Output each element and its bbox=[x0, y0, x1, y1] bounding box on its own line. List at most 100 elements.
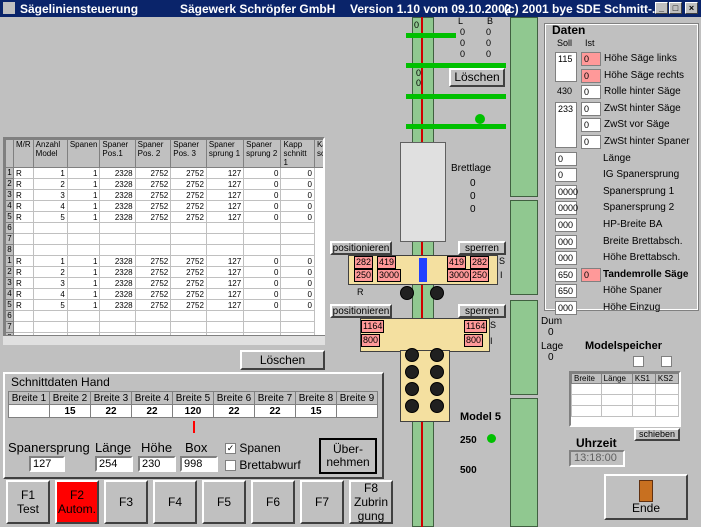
fkey-f6[interactable]: F6 bbox=[251, 480, 295, 524]
table-cell[interactable]: 1 bbox=[66, 255, 101, 267]
close-button[interactable]: × bbox=[685, 2, 698, 14]
fkey-f8[interactable]: F8 Zubrin gung bbox=[349, 480, 393, 524]
table-cell[interactable] bbox=[243, 321, 282, 333]
table-cell[interactable]: 2 bbox=[32, 266, 68, 278]
table-cell[interactable]: 2328 bbox=[99, 255, 136, 267]
table-cell[interactable]: 127 bbox=[205, 277, 245, 289]
breite-value[interactable]: 22 bbox=[90, 404, 132, 418]
table-row[interactable]: 3 R 3 1 2328 2752 2752 127 0 0 bbox=[5, 189, 324, 201]
table-cell[interactable]: 127 bbox=[205, 255, 245, 267]
modelspeicher-row[interactable] bbox=[571, 405, 680, 417]
table-cell[interactable]: 2752 bbox=[170, 178, 207, 190]
spanen-checkbox[interactable]: ✓ Spanen bbox=[225, 441, 281, 455]
table-cell[interactable]: R bbox=[13, 200, 34, 212]
table-cell[interactable]: 4 bbox=[32, 288, 68, 300]
table-cell[interactable]: 0 bbox=[243, 189, 282, 201]
table-cell[interactable]: 3 bbox=[32, 277, 68, 289]
table-row[interactable]: 3 R 3 1 2328 2752 2752 127 0 0 bbox=[5, 277, 324, 289]
ende-button[interactable]: Ende bbox=[604, 474, 688, 520]
table-cell[interactable] bbox=[205, 310, 245, 322]
table-cell[interactable]: 1 bbox=[32, 167, 68, 179]
soll-field[interactable]: 115 bbox=[555, 52, 577, 82]
table-row[interactable]: 5 R 5 1 2328 2752 2752 127 0 0 bbox=[5, 211, 324, 223]
modelspeicher-cell[interactable] bbox=[631, 405, 656, 417]
column-header[interactable]: M/R bbox=[13, 139, 34, 168]
table-cell[interactable]: 2328 bbox=[99, 266, 136, 278]
column-header[interactable]: Spaner Pos. 2 bbox=[134, 139, 172, 168]
table-cell[interactable]: 0 bbox=[280, 178, 315, 190]
table-cell[interactable]: 2752 bbox=[134, 299, 172, 311]
table-cell[interactable]: 2328 bbox=[99, 211, 136, 223]
modelspeicher-cell[interactable] bbox=[654, 383, 680, 395]
row-number[interactable]: 8 bbox=[5, 244, 14, 256]
table-cell[interactable]: 0 bbox=[280, 189, 315, 201]
modelspeicher-row[interactable] bbox=[571, 394, 680, 406]
fkey-f5[interactable]: F5 bbox=[202, 480, 246, 524]
column-header[interactable]: Kapp schnitt 1 bbox=[280, 139, 315, 168]
table-cell[interactable]: 2328 bbox=[99, 167, 136, 179]
column-header[interactable]: Spaner Pos.1 bbox=[99, 139, 136, 168]
table-cell[interactable]: 2752 bbox=[134, 167, 172, 179]
table-cell[interactable]: 1 bbox=[66, 288, 101, 300]
table-cell[interactable] bbox=[99, 244, 136, 256]
table-cell[interactable]: 3 bbox=[32, 189, 68, 201]
table-row[interactable]: 1 R 1 1 2328 2752 2752 127 0 0 bbox=[5, 167, 324, 179]
soll-field[interactable]: 000 bbox=[555, 301, 577, 315]
table-cell[interactable] bbox=[134, 310, 172, 322]
table-cell[interactable]: R bbox=[13, 277, 34, 289]
table-cell[interactable]: 0 bbox=[243, 178, 282, 190]
row-number[interactable]: 2 bbox=[5, 266, 14, 278]
table-cell[interactable]: 1 bbox=[66, 189, 101, 201]
row-number[interactable]: 6 bbox=[5, 310, 14, 322]
table-cell[interactable] bbox=[243, 222, 282, 234]
sperren-button-1[interactable]: sperren bbox=[458, 241, 506, 255]
table-row[interactable]: 2 R 2 1 2328 2752 2752 127 0 0 bbox=[5, 178, 324, 190]
table-cell[interactable] bbox=[66, 222, 101, 234]
table-scrollbar[interactable] bbox=[3, 335, 325, 345]
modelspeicher-cell[interactable] bbox=[600, 383, 633, 395]
table-cell[interactable]: 2752 bbox=[170, 189, 207, 201]
table-cell[interactable] bbox=[134, 321, 172, 333]
table-cell[interactable] bbox=[280, 310, 315, 322]
table-cell[interactable] bbox=[66, 310, 101, 322]
table-cell[interactable]: 127 bbox=[205, 288, 245, 300]
modelspeicher-cell[interactable] bbox=[600, 405, 633, 417]
table-cell[interactable]: 2328 bbox=[99, 299, 136, 311]
laenge-input[interactable]: 254 bbox=[95, 456, 133, 472]
table-cell[interactable]: 2752 bbox=[134, 277, 172, 289]
table-cell[interactable]: 2752 bbox=[134, 211, 172, 223]
ks2-checkbox[interactable] bbox=[661, 356, 672, 367]
soll-field[interactable]: 0000 bbox=[555, 201, 578, 216]
table-cell[interactable] bbox=[99, 321, 136, 333]
table-cell[interactable]: 0 bbox=[280, 299, 315, 311]
table-cell[interactable]: 0 bbox=[243, 288, 282, 300]
table-cell[interactable] bbox=[99, 310, 136, 322]
table-cell[interactable]: 2752 bbox=[170, 277, 207, 289]
breite-value[interactable]: 22 bbox=[131, 404, 173, 418]
row-number[interactable]: 7 bbox=[5, 233, 14, 245]
positionieren-button-2[interactable]: positionieren bbox=[330, 304, 392, 318]
breite-value[interactable] bbox=[336, 404, 378, 418]
table-cell[interactable]: 2328 bbox=[99, 288, 136, 300]
table-cell[interactable]: 1 bbox=[66, 211, 101, 223]
table-cell[interactable]: 127 bbox=[205, 266, 245, 278]
column-header[interactable]: Kapp schnit bbox=[313, 139, 323, 168]
modelspeicher-cell[interactable] bbox=[631, 394, 656, 406]
table-cell[interactable] bbox=[170, 244, 207, 256]
table-cell[interactable] bbox=[32, 244, 68, 256]
table-cell[interactable]: 0 bbox=[243, 255, 282, 267]
table-row[interactable]: 7 bbox=[5, 233, 324, 245]
modelspeicher-cell[interactable] bbox=[571, 394, 602, 406]
row-number[interactable]: 5 bbox=[5, 299, 14, 311]
modelspeicher-cell[interactable] bbox=[654, 405, 680, 417]
table-cell[interactable] bbox=[134, 222, 172, 234]
modelspeicher-column[interactable]: KS2 bbox=[654, 373, 680, 384]
table-cell[interactable]: 1 bbox=[32, 255, 68, 267]
table-cell[interactable] bbox=[13, 233, 34, 245]
table-cell[interactable] bbox=[205, 233, 245, 245]
table-cell[interactable]: 2752 bbox=[170, 167, 207, 179]
row-number[interactable]: 4 bbox=[5, 288, 14, 300]
table-cell[interactable]: 2328 bbox=[99, 277, 136, 289]
fkey-f7[interactable]: F7 bbox=[300, 480, 344, 524]
column-header[interactable]: Spaner sprung 2 bbox=[243, 139, 282, 168]
